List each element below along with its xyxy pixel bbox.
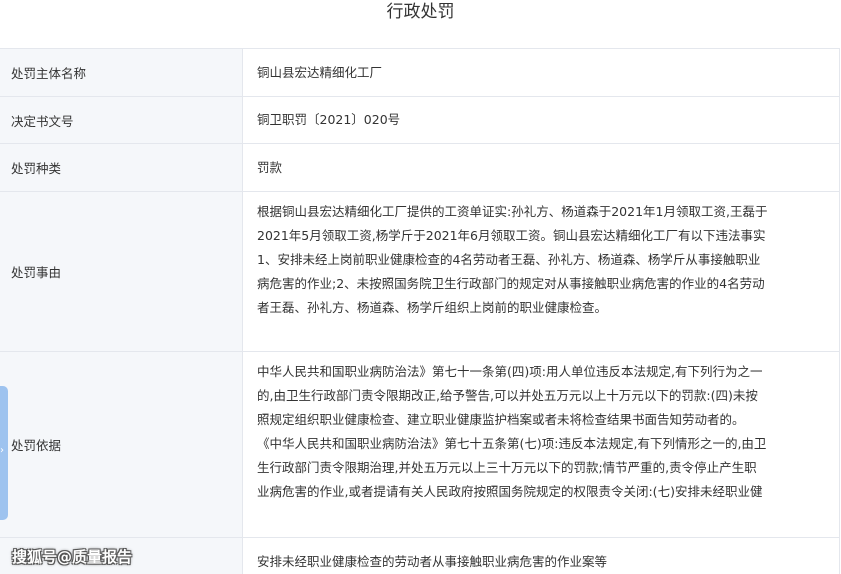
row-value: 铜卫职罚〔2021〕020号 xyxy=(242,96,840,144)
penalty-table: 处罚主体名称 铜山县宏达精细化工厂 决定书文号 铜卫职罚〔2021〕020号 处… xyxy=(0,48,840,574)
side-panel-tab[interactable]: › xyxy=(0,386,8,520)
row-value: 中华人民共和国职业病防治法》第七十一条第(四)项:用人单位违反本法规定,有下列行… xyxy=(242,351,840,538)
chevron-right-icon: › xyxy=(0,445,4,456)
table-row: 处罚事由 根据铜山县宏达精细化工厂提供的工资单证实:孙礼方、杨道森于2021年1… xyxy=(0,191,840,352)
row-value: 罚款 xyxy=(242,143,840,192)
row-value: 铜山县宏达精细化工厂 xyxy=(242,48,840,97)
page: 行政处罚 处罚主体名称 铜山县宏达精细化工厂 决定书文号 铜卫职罚〔2021〕0… xyxy=(0,0,841,574)
table-row: 处罚依据 中华人民共和国职业病防治法》第七十一条第(四)项:用人单位违反本法规定… xyxy=(0,351,840,538)
row-value: 根据铜山县宏达精细化工厂提供的工资单证实:孙礼方、杨道森于2021年1月领取工资… xyxy=(242,191,840,352)
page-title: 行政处罚 xyxy=(386,2,455,22)
row-label: 处罚事由 xyxy=(0,191,243,352)
watermark: 搜狐号@质量报告 xyxy=(12,548,133,566)
row-label: 处罚依据 xyxy=(0,351,243,538)
table-row: 处罚主体名称 铜山县宏达精细化工厂 xyxy=(0,48,840,97)
table-row: 决定书文号 铜卫职罚〔2021〕020号 xyxy=(0,96,840,144)
row-label: 处罚主体名称 xyxy=(0,48,243,97)
row-label: 决定书文号 xyxy=(0,96,243,144)
table-row: 处罚种类 罚款 xyxy=(0,143,840,192)
row-value: 安排未经职业健康检查的劳动者从事接触职业病危害的作业案等 xyxy=(242,537,840,574)
row-label: 处罚种类 xyxy=(0,143,243,192)
